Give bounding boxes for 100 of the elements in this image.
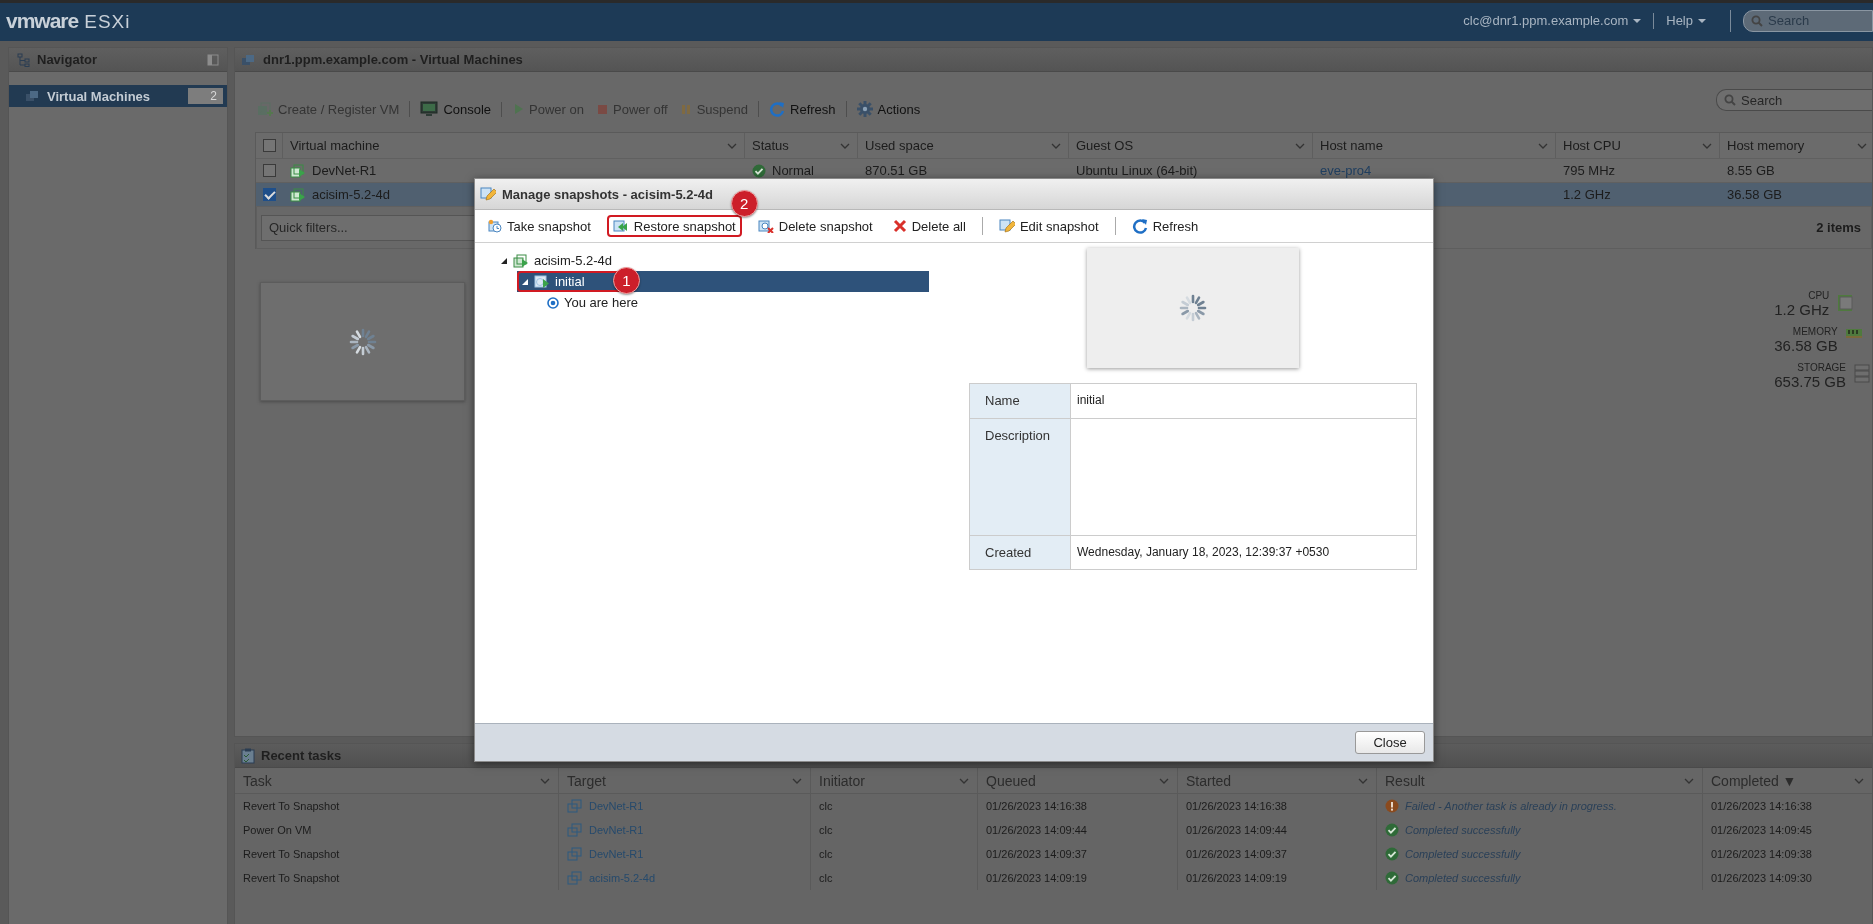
vm-icon [567,799,583,813]
table-cell-text: 795 MHz [1562,162,1617,180]
table-cell: 01/26/2023 14:09:37 [978,842,1178,866]
column-header[interactable]: Host CPU [1556,133,1720,158]
table-cell: 01/26/2023 14:09:19 [1178,866,1377,890]
tree-item[interactable]: You are here [534,292,638,313]
sitemap-icon [17,52,31,67]
table-cell: 01/26/2023 14:16:38 [978,794,1178,818]
target-link[interactable]: DevNet-R1 [589,824,644,836]
monitor-icon [420,101,439,117]
resource-label: STORAGE [1797,362,1846,373]
toolbar-button[interactable]: Restore snapshot [606,215,742,237]
vm-stack-icon [25,89,41,103]
column-header[interactable]: Virtual machine [283,133,745,158]
target-link[interactable]: DevNet-R1 [589,800,644,812]
table-cell: clc [811,818,978,842]
property-label: Description [970,419,1071,535]
count-badge: 2 [188,88,223,104]
checkbox[interactable] [263,188,276,201]
tree-item[interactable]: acisim-5.2-4d [500,250,613,271]
column-header[interactable]: Host memory [1720,133,1873,158]
table-cell-text: 870.51 GB [864,162,929,180]
table-cell-text: Ubuntu Linux (64-bit) [1075,162,1199,180]
column-header[interactable]: Result [1377,768,1703,793]
toolbar-button[interactable]: Edit snapshot [994,215,1103,237]
chevron-down-icon [1857,141,1867,150]
filter-field[interactable]: Quick filters... [261,214,476,241]
search-field[interactable]: Search [1716,89,1872,111]
table-cell-text: 01/26/2023 14:09:45 [1710,823,1813,838]
table-cell-text: 01/26/2023 14:09:30 [1710,871,1813,886]
host-link[interactable]: eve-pro4 [1320,163,1372,178]
snapshot-icon [534,273,550,290]
table-cell: 01/26/2023 14:09:44 [978,818,1178,842]
property-value: Wednesday, January 18, 2023, 12:39:37 +0530 [1076,544,1331,561]
result-text: Failed - Another task is already in progress. [1405,800,1617,812]
panel-title: Recent tasks [261,748,342,763]
table-cell-text: 8.55 GB [1726,162,1776,180]
close-icon [892,219,907,233]
property-value: initial [1076,392,1106,409]
user-menu[interactable]: clc@dnr1.ppm.example.com [1451,12,1654,29]
toolbar-button[interactable]: Actions [854,101,923,117]
toolbar-button[interactable]: Delete all [888,215,970,237]
table-cell: clc [811,866,978,890]
toolbar-button[interactable]: Refresh [767,101,838,117]
toolbar-button[interactable]: Take snapshot [484,215,595,237]
item-count: 2 items [1816,220,1861,235]
table-cell: Revert To Snapshot [235,866,559,890]
resource-value: 36.58 GB [1774,337,1838,354]
column-header[interactable]: Queued [978,768,1178,793]
property-label: Name [970,384,1071,418]
column-header[interactable]: Initiator [811,768,978,793]
table-cell-text: 1.2 GHz [1562,186,1612,204]
table-cell: clc [811,794,978,818]
table-cell: Revert To Snapshot [235,842,559,866]
vm-add-icon [257,101,273,117]
snapshot-delete-icon [757,219,774,233]
toolbar-button[interactable]: Refresh [1127,215,1203,237]
resource-value: 653.75 GB [1774,373,1846,390]
storage-stack-icon [1854,364,1870,384]
table-cell: Normal [745,159,858,182]
toolbar-button[interactable]: Delete snapshot [753,215,877,237]
vm-icon [513,252,529,269]
vm-icon [290,186,306,203]
panel-title: dnr1.ppm.example.com - Virtual Machines [263,52,523,67]
column-header[interactable]: Target [559,768,811,793]
column-header[interactable]: Guest OS [1069,133,1313,158]
toolbar-button[interactable]: Console [418,101,494,117]
result-text: Completed successfully [1405,824,1521,836]
table-cell: Power On VM [235,818,559,842]
column-header[interactable]: Used space [858,133,1069,158]
snapshot-edit-icon [998,218,1015,234]
close-button[interactable]: Close [1355,731,1425,754]
chevron-down-icon [1854,776,1864,785]
navigator-item[interactable]: Virtual Machines 2 [9,85,227,107]
column-header[interactable]: Started [1178,768,1377,793]
table-cell: 01/26/2023 14:09:37 [1178,842,1377,866]
help-menu[interactable]: Help [1653,12,1718,29]
resource-label: MEMORY [1792,326,1838,337]
vm-icon [567,847,583,861]
resource-label: CPU [1808,290,1830,301]
pause-icon [679,102,692,116]
chevron-down-icon [1538,141,1548,150]
target-link[interactable]: DevNet-R1 [589,848,644,860]
chevron-down-icon [1051,141,1061,150]
table-cell-text: 36.58 GB [1726,186,1783,204]
column-header[interactable]: Task [235,768,559,793]
column-header[interactable]: Status [745,133,858,158]
result-text: Completed successfully [1405,872,1521,884]
checkbox[interactable] [263,139,276,152]
column-header[interactable]: Completed ▼ [1703,768,1872,793]
chevron-down-icon [1684,776,1694,785]
chevron-down-icon [540,776,550,785]
target-link[interactable]: acisim-5.2-4d [589,872,656,884]
play-icon [512,102,525,116]
caret-icon [1698,17,1706,24]
column-header[interactable]: Host name [1313,133,1556,158]
checkbox[interactable] [263,164,276,177]
property-label: Created [970,536,1071,569]
loading-spinner-icon [1177,292,1209,324]
snapshot-add-icon [488,219,502,233]
